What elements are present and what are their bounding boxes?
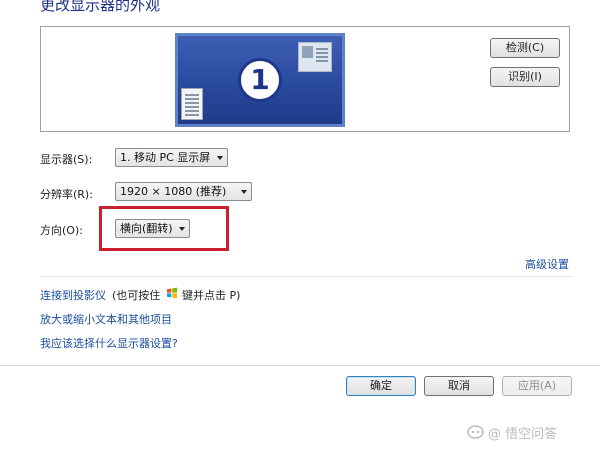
monitor-1-tile[interactable]: 1 [175,33,345,127]
monitor-number-badge: 1 [238,58,282,102]
advanced-settings-link[interactable]: 高级设置 [525,256,569,272]
projector-hint-text: (也可按住 [112,289,161,302]
document-thumbnail-icon [181,88,203,120]
section-divider [40,276,571,277]
resolution-select[interactable]: 1920 × 1080 (推荐) [115,182,252,201]
chevron-down-icon [179,227,185,231]
windows-logo-icon [167,287,177,299]
orientation-select-value: 横向(翻转) [120,222,173,235]
orientation-select[interactable]: 横向(翻转) [115,219,190,238]
ok-button[interactable]: 确定 [346,376,416,396]
connect-projector-link[interactable]: 连接到投影仪 [40,287,106,303]
display-label: 显示器(S): [40,153,93,166]
text-size-link[interactable]: 放大或缩小文本和其他项目 [40,311,172,327]
wukong-logo-icon [467,425,484,439]
resolution-label: 分辨率(R): [40,188,93,201]
apply-button[interactable]: 应用(A) [502,376,572,396]
chevron-down-icon [217,156,223,160]
orientation-label: 方向(O): [40,224,83,237]
watermark-text: @ 悟空问答 [488,427,558,442]
projector-hint-text-end: 键并点击 P) [182,289,241,302]
detect-button[interactable]: 检测(C) [490,38,560,58]
display-select[interactable]: 1. 移动 PC 显示屏 [115,148,228,167]
cancel-button[interactable]: 取消 [424,376,494,396]
chevron-down-icon [241,190,247,194]
footer-divider [0,365,600,366]
identify-button[interactable]: 识别(I) [490,67,560,87]
resolution-select-value: 1920 × 1080 (推荐) [120,185,227,198]
which-settings-link[interactable]: 我应该选择什么显示器设置? [40,335,178,351]
window-thumbnail-icon [298,42,332,72]
display-preview-panel: 1 检测(C) 识别(I) [40,26,570,132]
page-title: 更改显示器的外观 [40,0,161,14]
display-select-value: 1. 移动 PC 显示屏 [120,151,211,164]
